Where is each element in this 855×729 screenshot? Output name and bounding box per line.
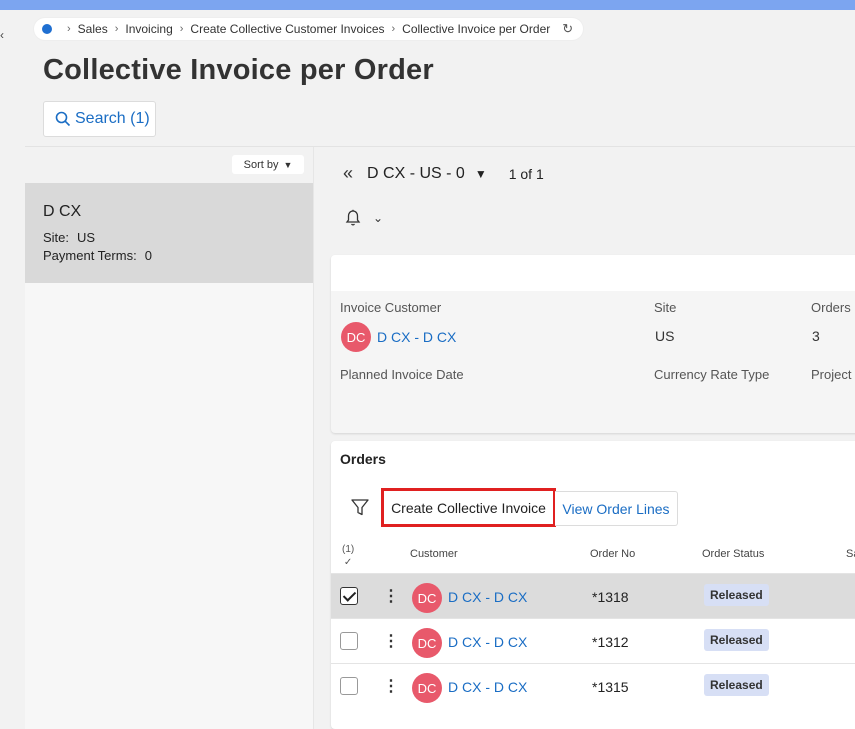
page-title: Collective Invoice per Order — [43, 54, 434, 86]
column-header-order-no[interactable]: Order No — [590, 548, 635, 560]
search-button-label: Search (1) — [75, 110, 150, 127]
order-number: *1312 — [592, 634, 629, 650]
row-checkbox[interactable] — [340, 677, 358, 695]
payment-terms-label: Payment Terms: — [43, 248, 137, 263]
currency-rate-type-label: Currency Rate Type — [654, 367, 770, 382]
double-chevron-left-icon[interactable]: « — [343, 163, 353, 184]
record-count: 1 of 1 — [508, 165, 544, 182]
list-item-payment-terms: Payment Terms: 0 — [43, 248, 313, 263]
breadcrumb: › Sales › Invoicing › Create Collective … — [34, 18, 584, 40]
sort-by-label: Sort by — [243, 158, 279, 171]
list-item[interactable]: D CX Site: US Payment Terms: 0 — [25, 183, 313, 283]
site-label: Site — [654, 300, 677, 315]
orders-label: Orders — [811, 300, 851, 315]
invoice-customer-link[interactable]: D CX - D CX — [377, 329, 456, 345]
breadcrumb-item-sales[interactable]: Sales — [78, 22, 108, 36]
list-empty-area — [25, 283, 313, 729]
caret-down-icon[interactable]: ▼ — [475, 167, 487, 181]
invoice-customer-label: Invoice Customer — [340, 300, 442, 315]
customer-link[interactable]: D CX - D CX — [448, 679, 527, 695]
payment-terms-value: 0 — [144, 248, 152, 263]
invoice-details-card: Invoice Customer DC D CX - D CX Site US … — [331, 255, 855, 433]
selected-count: (1) — [342, 544, 355, 555]
sort-by-button[interactable]: Sort by ▼ — [232, 155, 304, 174]
chevron-right-icon: › — [179, 23, 184, 35]
site-value: US — [655, 328, 675, 344]
chevron-left-icon[interactable]: ‹ — [0, 28, 4, 42]
orders-value: 3 — [812, 328, 820, 344]
table-row[interactable]: ⋮ DC D CX - D CX *1312 Released — [331, 618, 855, 663]
customer-link[interactable]: D CX - D CX — [448, 589, 527, 605]
record-navigator: « D CX - US - 0 ▼ 1 of 1 — [343, 163, 544, 184]
more-options-icon[interactable]: ⋮ — [383, 586, 399, 606]
table-row[interactable]: ⋮ DC D CX - D CX *1315 Released — [331, 663, 855, 708]
breadcrumb-item-create-collective[interactable]: Create Collective Customer Invoices — [190, 22, 384, 36]
avatar: DC — [341, 322, 371, 352]
order-number: *1315 — [592, 679, 629, 695]
breadcrumb-item-current: Collective Invoice per Order — [402, 22, 551, 36]
bell-icon[interactable] — [345, 209, 361, 227]
caret-down-icon: ▼ — [283, 159, 293, 170]
status-badge: Released — [704, 674, 769, 696]
more-options-icon[interactable]: ⋮ — [383, 676, 399, 696]
row-checkbox[interactable] — [340, 632, 358, 650]
column-header-truncated[interactable]: Sa — [846, 548, 855, 560]
breadcrumb-item-invoicing[interactable]: Invoicing — [125, 22, 172, 36]
record-list-panel: Sort by ▼ D CX Site: US Payment Terms: 0 — [25, 147, 313, 729]
search-button[interactable]: Search (1) — [43, 101, 156, 137]
list-item-site: Site: US — [43, 230, 313, 245]
selection-count-header[interactable]: (1) ✓ — [342, 543, 354, 569]
avatar: DC — [412, 628, 442, 658]
current-record[interactable]: D CX - US - 0 — [367, 165, 465, 183]
orders-title: Orders — [340, 451, 386, 467]
avatar: DC — [412, 583, 442, 613]
collapsed-navigation[interactable]: ‹ — [0, 10, 25, 729]
row-checkbox[interactable] — [340, 587, 358, 605]
refresh-icon[interactable]: ↻ — [562, 21, 573, 37]
chevron-down-icon[interactable]: ⌄ — [373, 211, 383, 225]
avatar: DC — [412, 673, 442, 703]
chevron-right-icon: › — [391, 23, 396, 35]
home-icon[interactable] — [42, 24, 52, 34]
invoice-customer-field: DC D CX - D CX — [341, 322, 456, 352]
planned-invoice-date-label: Planned Invoice Date — [340, 367, 464, 382]
top-app-bar — [0, 0, 855, 10]
search-icon — [55, 111, 71, 127]
column-header-customer[interactable]: Customer — [410, 548, 458, 560]
create-collective-invoice-button[interactable]: Create Collective Invoice — [381, 488, 556, 527]
panel-divider — [313, 147, 314, 729]
chevron-right-icon: › — [114, 23, 119, 35]
more-options-icon[interactable]: ⋮ — [383, 631, 399, 651]
order-number: *1318 — [592, 589, 629, 605]
column-header-order-status[interactable]: Order Status — [702, 548, 764, 560]
view-order-lines-button[interactable]: View Order Lines — [555, 491, 678, 526]
status-badge: Released — [704, 629, 769, 651]
chevron-right-icon: › — [67, 23, 71, 35]
card-header — [331, 255, 855, 291]
site-value: US — [77, 230, 96, 245]
customer-link[interactable]: D CX - D CX — [448, 634, 527, 650]
check-icon: ✓ — [343, 557, 353, 568]
project-label: Project — [811, 367, 852, 382]
filter-icon[interactable] — [351, 499, 369, 516]
status-badge: Released — [704, 584, 769, 606]
table-row[interactable]: ⋮ DC D CX - D CX *1318 Released — [331, 573, 855, 618]
list-item-title: D CX — [43, 203, 82, 220]
notifications-menu[interactable]: ⌄ — [345, 209, 383, 227]
site-label: Site: — [43, 230, 70, 245]
orders-card: Orders Create Collective Invoice View Or… — [331, 441, 855, 729]
